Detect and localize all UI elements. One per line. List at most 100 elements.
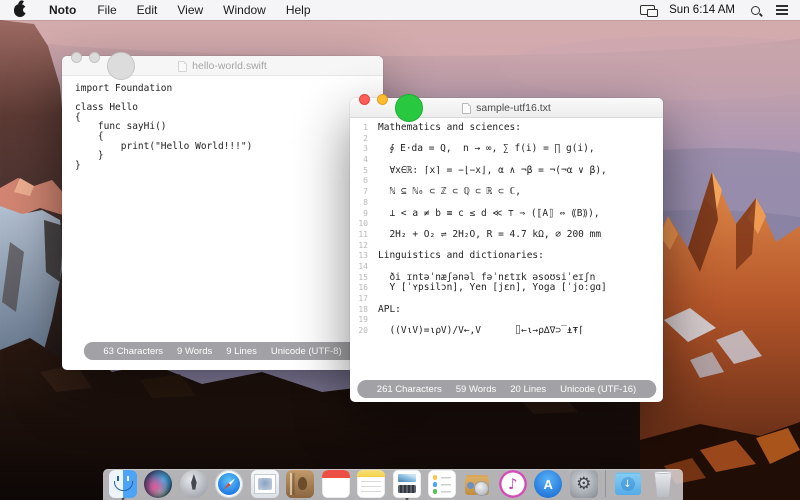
dock-item-calendar[interactable]: [321, 470, 350, 500]
dock-item-siri[interactable]: [144, 470, 173, 500]
dock-divider: [605, 470, 607, 500]
editor-row: 20 ((V⍳V)=⍳⍴V)/V←,V ⌷←⍳→⍴∆∇⊃‾⍎⍕⌈: [350, 325, 663, 337]
window-title: hello-world.swift: [192, 60, 267, 72]
line-number: 4: [363, 155, 368, 165]
editor-row: 18 APL:: [350, 303, 663, 316]
app-icon: [605, 470, 607, 497]
dock-item-notes[interactable]: [357, 470, 386, 500]
dock-item-downloads[interactable]: [614, 470, 642, 500]
line-number: 10: [358, 219, 368, 229]
line-number: 2: [363, 133, 368, 143]
text-line: Linguistics and dictionaries:: [378, 250, 544, 262]
dock-item-reminders[interactable]: [427, 470, 456, 500]
dock-item-preview[interactable]: [463, 470, 491, 500]
editor-row: 1 Mathematics and sciences:: [350, 122, 663, 134]
text-line: 2H₂ + O₂ ⇌ 2H₂O, R = 4.7 kΩ, ⌀ 200 mm: [378, 228, 602, 240]
close-button[interactable]: [359, 93, 370, 105]
app-icon: [614, 470, 642, 498]
app-icon: [357, 470, 386, 498]
character-count: 63 Characters: [103, 345, 164, 357]
app-icon: [463, 470, 491, 498]
dock-item-system-preferences[interactable]: [569, 470, 598, 500]
minimize-button[interactable]: [377, 93, 388, 105]
menu-item[interactable]: Edit: [127, 0, 168, 20]
dock-item-trash[interactable]: [649, 470, 677, 500]
text-line: ⊥ < a ≠ b ≡ c ≤ d ≪ ⊤ ⇒ (⟦A⟧ ⇔ ⟪B⟫),: [378, 207, 600, 219]
editor-row: 11 2H₂ + O₂ ⇌ 2H₂O, R = 4.7 kΩ, ⌀ 200 mm: [350, 228, 663, 241]
app-icon: [569, 470, 598, 498]
code-line: import Foundation: [75, 83, 173, 94]
character-count: 261 Characters: [376, 383, 442, 395]
code-editor[interactable]: import Foundation class Hello{ func sayHi…: [62, 76, 383, 170]
line-number: 5: [363, 165, 368, 175]
dock-item-finder[interactable]: [109, 470, 137, 500]
editor-row: 16 Y [ˈʏpsilɔn], Yen [jɛn], Yoga [ˈjoːɡɑ…: [350, 283, 663, 294]
display-mirroring-icon[interactable]: [640, 5, 659, 17]
menu-item[interactable]: File: [87, 0, 126, 20]
document-icon: [178, 60, 188, 72]
text-line: Mathematics and sciences:: [378, 122, 521, 133]
editor-row: 13 Linguistics and dictionaries:: [350, 251, 663, 262]
status-bar: 63 Characters 9 Words 9 Lines Unicode (U…: [83, 342, 362, 360]
text-line: ℕ ⊆ ℕ₀ ⊂ ℤ ⊂ ℚ ⊂ ℝ ⊂ ℂ,: [378, 186, 521, 198]
apple-menu-icon[interactable]: [14, 3, 29, 17]
line-number: 20: [358, 326, 368, 336]
line-number: 7: [363, 187, 368, 197]
line-number: 11: [358, 229, 368, 239]
minimize-button[interactable]: [89, 51, 100, 63]
app-icon: [250, 470, 279, 498]
text-line: ∮ E⋅da = Q, n → ∞, ∑ f(i) = ∏ g(i),: [378, 143, 595, 155]
menu-item[interactable]: View: [167, 0, 213, 20]
line-number: 15: [358, 272, 368, 282]
app-icon: [215, 470, 244, 498]
titlebar[interactable]: hello-world.swift: [62, 51, 383, 80]
app-icon: [179, 470, 208, 498]
menu-clock[interactable]: Sun 6:14 AM: [669, 4, 735, 16]
text-line: ∀x∈ℝ: ⌈x⌉ = −⌊−x⌋, α ∧ ¬β = ¬(¬α ∨ β),: [378, 164, 607, 176]
dock-item-launchpad[interactable]: [179, 470, 208, 500]
dock-item-noto[interactable]: [392, 470, 421, 500]
line-number: 1: [363, 123, 368, 132]
line-number: 14: [358, 261, 368, 271]
text-editor[interactable]: 1 Mathematics and sciences: 2 3 ∮ E⋅da =…: [350, 118, 663, 337]
dock-item-mail[interactable]: [250, 470, 279, 500]
text-line: APL:: [378, 303, 401, 315]
app-icon: [534, 470, 563, 498]
menu-items: File Edit View Window Help: [87, 0, 320, 20]
editor-row: 8: [350, 198, 663, 209]
close-button[interactable]: [71, 51, 82, 63]
dock: [103, 469, 683, 500]
dock-item-contacts[interactable]: [286, 470, 315, 500]
menu-item[interactable]: Help: [276, 0, 321, 20]
window-title: sample-utf16.txt: [476, 102, 551, 114]
word-count: 59 Words: [455, 383, 497, 395]
app-icon: [498, 470, 527, 498]
line-number: 3: [363, 144, 368, 154]
spotlight-search-icon[interactable]: [751, 5, 760, 15]
app-icon: [392, 470, 421, 498]
editor-row: 3 ∮ E⋅da = Q, n → ∞, ∑ f(i) = ∏ g(i),: [350, 144, 663, 155]
menu-app-name[interactable]: Noto: [38, 0, 87, 20]
text-line: ((V⍳V)=⍳⍴V)/V←,V ⌷←⍳→⍴∆∇⊃‾⍎⍕⌈: [378, 325, 584, 337]
line-count: 20 Lines: [510, 383, 547, 395]
titlebar[interactable]: sample-utf16.txt: [350, 93, 663, 122]
line-number: 12: [358, 240, 368, 250]
menu-item[interactable]: Window: [213, 0, 276, 20]
dock-item-itunes[interactable]: [498, 470, 527, 500]
line-number: 18: [358, 304, 368, 314]
app-icon: [321, 470, 350, 498]
encoding-label: Unicode (UTF-16): [560, 383, 637, 395]
editor-row: 5 ∀x∈ℝ: ⌈x⌉ = −⌊−x⌋, α ∧ ¬β = ¬(¬α ∨ β),: [350, 164, 663, 177]
encoding-label: Unicode (UTF-8): [270, 345, 342, 357]
line-number: 19: [358, 315, 368, 325]
dock-item-app-store[interactable]: [534, 470, 563, 500]
document-icon: [462, 102, 472, 114]
line-count: 9 Lines: [226, 345, 257, 357]
notification-center-icon[interactable]: [776, 5, 788, 7]
menu-status-area: Sun 6:14 AM: [640, 4, 800, 17]
code-line: }: [75, 159, 81, 171]
menu-bar: Noto File Edit View Window Help Sun 6:14 AM: [0, 0, 800, 20]
dock-item-safari[interactable]: [215, 470, 244, 500]
line-number: 8: [363, 197, 368, 207]
text-line: Y [ˈʏpsilɔn], Yen [jɛn], Yoga [ˈjoːɡɑ]: [378, 282, 607, 294]
